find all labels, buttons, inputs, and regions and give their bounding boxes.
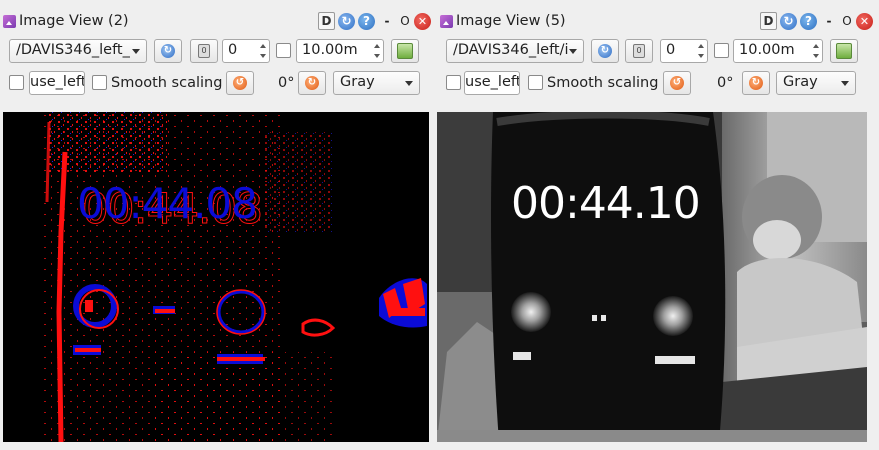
smooth-scaling-checkbox[interactable] xyxy=(528,75,543,90)
image-view-icon xyxy=(3,15,16,28)
image-view-pane-5: Image View (5) D ↻ ? - O ✕ /DAVIS346_lef… xyxy=(437,8,879,450)
rotate-left-button[interactable]: ↺ xyxy=(663,71,691,95)
colormap-select-value: Gray xyxy=(340,74,375,90)
topic-select[interactable]: /DAVIS346_left/i xyxy=(446,39,584,63)
save-image-button[interactable] xyxy=(830,39,858,63)
chevron-down-icon xyxy=(405,81,413,86)
zero-button[interactable]: 0 xyxy=(625,39,653,63)
rotate-left-icon: ↺ xyxy=(233,76,247,90)
mouse-topic-field[interactable]: use_left xyxy=(464,71,520,95)
frame-spinbox[interactable]: 0 xyxy=(222,39,270,63)
grayscale-image xyxy=(437,112,867,442)
topic-select-value: /DAVIS346_left_ xyxy=(16,42,130,58)
save-icon xyxy=(397,43,413,59)
pane-titlebar[interactable]: Image View (2) D ↻ ? - O ✕ xyxy=(0,8,437,34)
mouse-topic-field[interactable]: use_left xyxy=(29,71,85,95)
options-button[interactable]: O xyxy=(841,13,853,30)
pane-titlebar[interactable]: Image View (5) D ↻ ? - O ✕ xyxy=(437,8,879,34)
colormap-select[interactable]: Gray xyxy=(776,71,856,95)
rotate-right-icon: ↻ xyxy=(305,76,319,90)
timeout-checkbox[interactable] xyxy=(276,43,291,58)
clock-text: 00:44.10 xyxy=(511,178,701,229)
image-view-icon xyxy=(440,15,453,28)
timeout-checkbox[interactable] xyxy=(714,43,729,58)
frame-spinbox-value: 0 xyxy=(666,42,676,58)
timeout-spinbox-value: 10.00m xyxy=(739,42,795,58)
close-icon[interactable]: ✕ xyxy=(856,12,873,30)
reload-icon[interactable]: ↻ xyxy=(338,12,355,30)
image-view-pane-2: Image View (2) D ↻ ? - O ✕ /DAVIS346_lef… xyxy=(0,8,437,450)
rotate-left-button[interactable]: ↺ xyxy=(226,71,254,95)
refresh-icon: ↻ xyxy=(598,44,612,58)
help-icon[interactable]: ? xyxy=(358,12,375,30)
rotation-label: 0° xyxy=(278,75,295,91)
timeout-spinbox[interactable]: 10.00m xyxy=(296,39,384,63)
frame-spinbox-value: 0 xyxy=(228,42,238,58)
smooth-scaling-label: Smooth scaling xyxy=(547,75,659,91)
timeout-spinbox-value: 10.00m xyxy=(302,42,358,58)
save-icon xyxy=(836,43,852,59)
spin-down-icon[interactable] xyxy=(698,54,704,58)
topic-select[interactable]: /DAVIS346_left_ xyxy=(9,39,147,63)
image-display[interactable]: 00:44.08 00:44.08 xyxy=(3,112,429,442)
dock-button[interactable]: D xyxy=(760,12,777,30)
rotation-label: 0° xyxy=(717,75,734,91)
rotate-left-icon: ↺ xyxy=(670,76,684,90)
smooth-scaling-checkbox[interactable] xyxy=(92,75,107,90)
smooth-scaling-label: Smooth scaling xyxy=(111,75,223,91)
chevron-down-icon xyxy=(132,49,140,54)
publish-checkbox[interactable] xyxy=(446,75,461,90)
refresh-topics-button[interactable]: ↻ xyxy=(154,39,182,63)
clock-text: 00:44.08 xyxy=(77,179,258,228)
spin-up-icon[interactable] xyxy=(374,44,380,48)
save-image-button[interactable] xyxy=(391,39,419,63)
zero-icon: 0 xyxy=(198,44,210,58)
help-icon[interactable]: ? xyxy=(800,12,817,30)
zero-icon: 0 xyxy=(633,44,645,58)
rotate-right-icon: ↻ xyxy=(749,76,763,90)
dock-button[interactable]: D xyxy=(318,12,335,30)
mouse-topic-field-value: use_left xyxy=(30,74,85,90)
image-display[interactable]: 00:44.10 xyxy=(437,112,867,442)
options-button[interactable]: O xyxy=(399,13,411,30)
frame-spinbox[interactable]: 0 xyxy=(660,39,708,63)
topic-select-value: /DAVIS346_left/i xyxy=(453,42,569,58)
colormap-select-value: Gray xyxy=(783,74,818,90)
colormap-select[interactable]: Gray xyxy=(333,71,420,95)
refresh-topics-button[interactable]: ↻ xyxy=(591,39,619,63)
pane-title: Image View (5) xyxy=(456,13,566,29)
event-image xyxy=(41,112,427,442)
reload-icon[interactable]: ↻ xyxy=(780,12,797,30)
spin-down-icon[interactable] xyxy=(374,54,380,58)
spin-down-icon[interactable] xyxy=(813,54,819,58)
minimize-button[interactable]: - xyxy=(820,13,838,30)
zero-button[interactable]: 0 xyxy=(190,39,218,63)
close-icon[interactable]: ✕ xyxy=(414,12,431,30)
timeout-spinbox[interactable]: 10.00m xyxy=(733,39,823,63)
spin-up-icon[interactable] xyxy=(698,44,704,48)
pane-title: Image View (2) xyxy=(19,13,129,29)
chevron-down-icon xyxy=(841,81,849,86)
rotate-right-button[interactable]: ↻ xyxy=(742,71,770,95)
refresh-icon: ↻ xyxy=(161,44,175,58)
chevron-down-icon xyxy=(569,49,577,54)
spin-down-icon[interactable] xyxy=(260,54,266,58)
mouse-topic-field-value: use_left xyxy=(465,74,520,90)
publish-checkbox[interactable] xyxy=(9,75,24,90)
minimize-button[interactable]: - xyxy=(378,13,396,30)
spin-up-icon[interactable] xyxy=(260,44,266,48)
spin-up-icon[interactable] xyxy=(813,44,819,48)
rotate-right-button[interactable]: ↻ xyxy=(298,71,326,95)
